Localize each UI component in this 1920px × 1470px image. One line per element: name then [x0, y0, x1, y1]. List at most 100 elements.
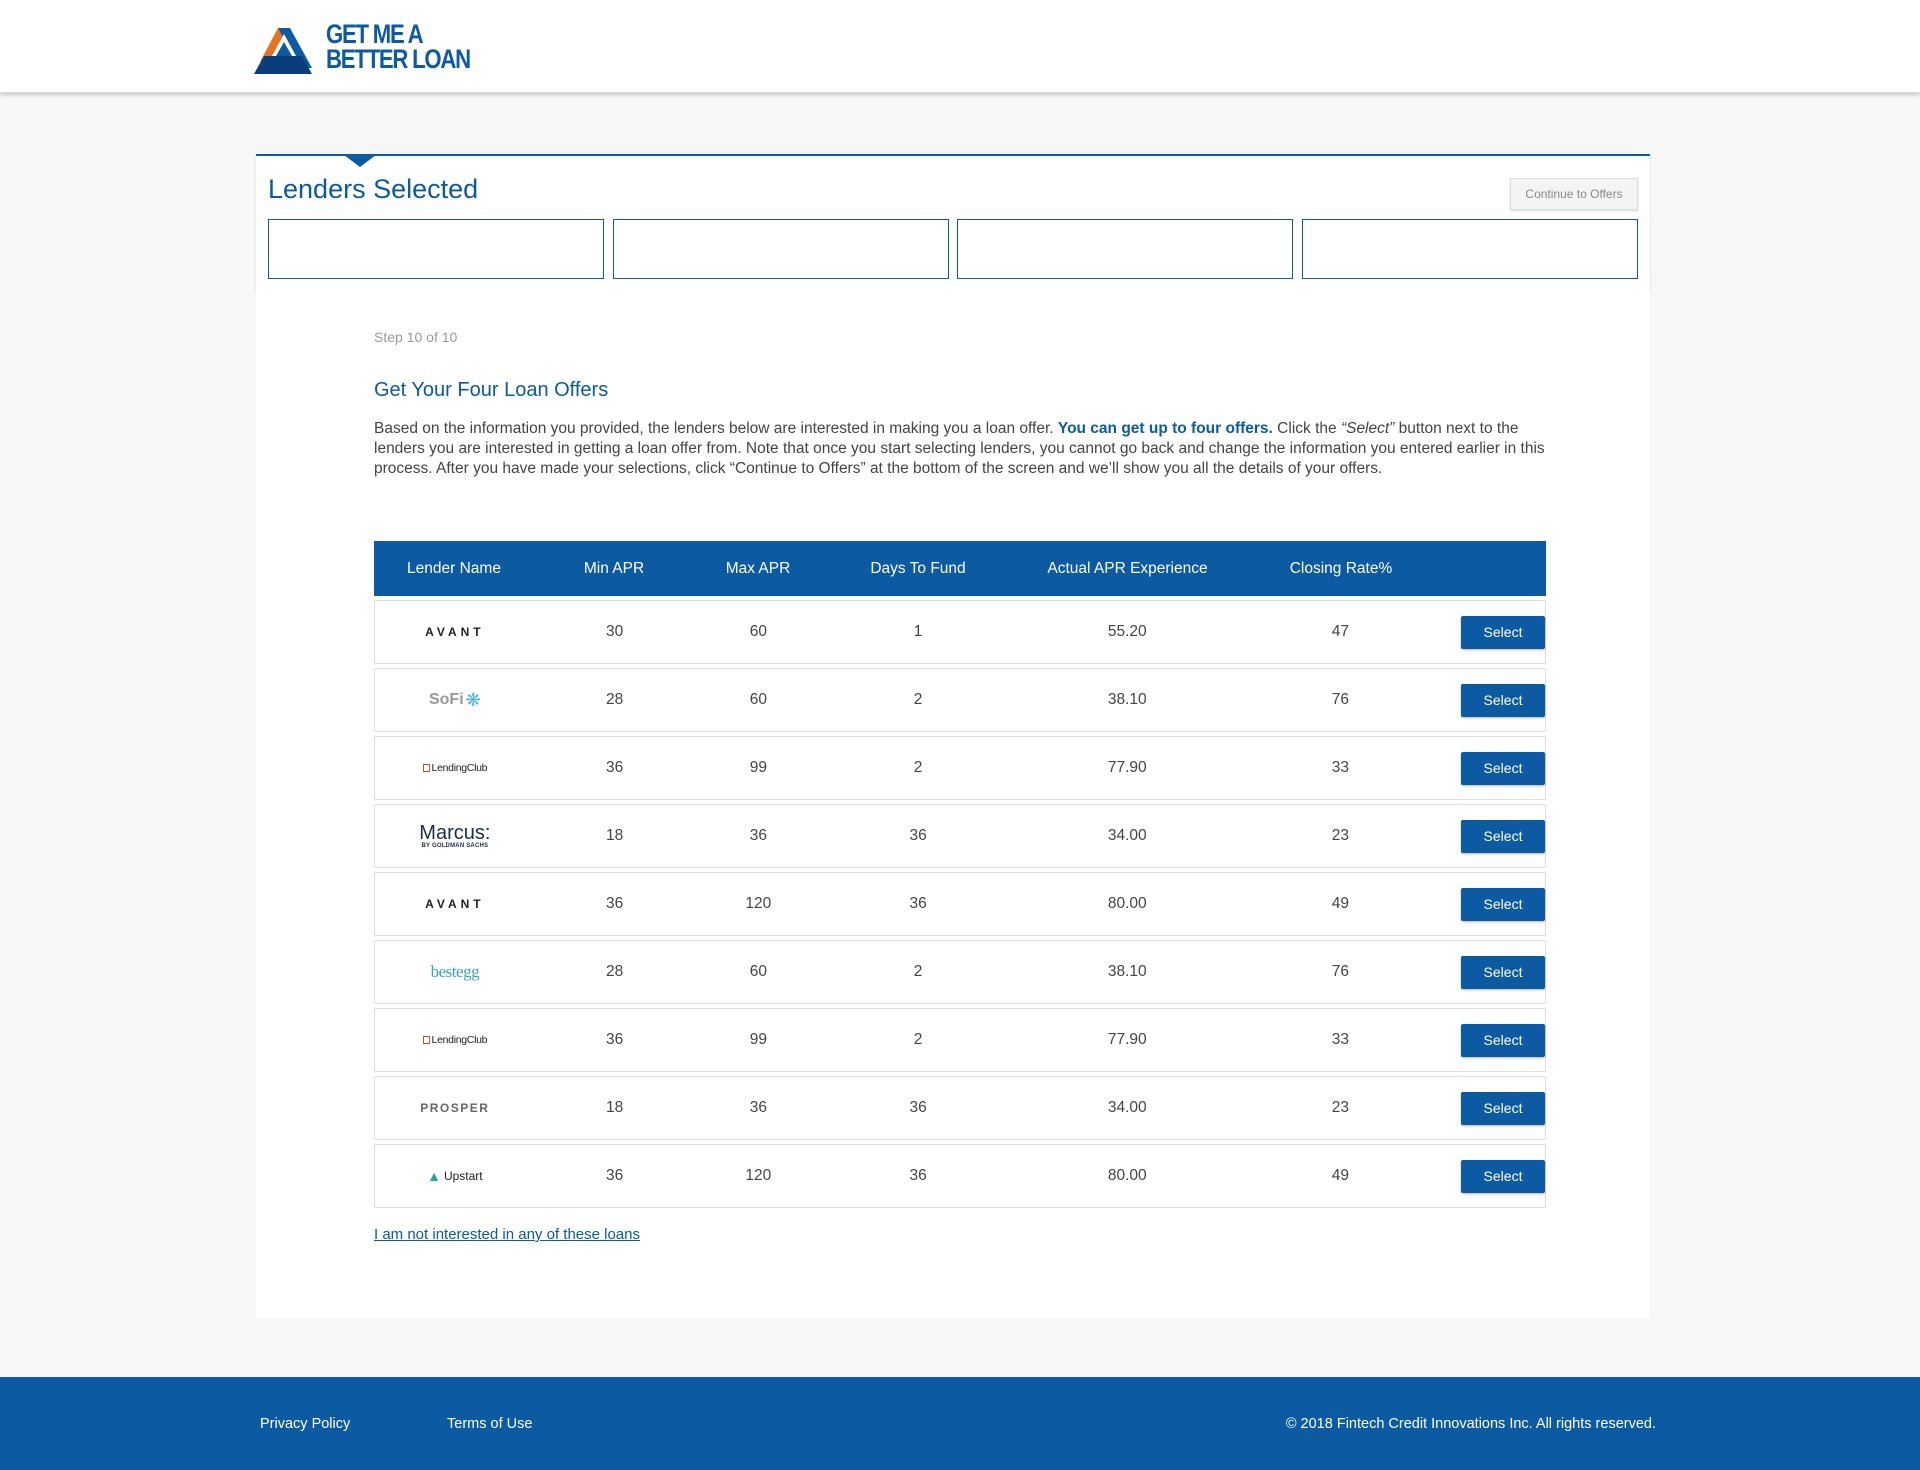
min-apr-cell: 18 — [605, 1099, 624, 1116]
upstart-logo: ▲ Upstart — [427, 1168, 483, 1184]
select-lender-button[interactable]: Select — [1461, 1023, 1546, 1057]
table-row: PROSPER 18 36 36 34.00 23 Select — [374, 1076, 1546, 1140]
days-to-fund-cell: 1 — [913, 623, 923, 640]
intro-italic: “Select” — [1340, 420, 1395, 437]
terms-of-use-link[interactable]: Terms of Use — [447, 1416, 532, 1432]
closing-rate-cell: 47 — [1331, 623, 1349, 640]
min-apr-cell: 36 — [605, 1167, 624, 1184]
days-to-fund-cell: 2 — [913, 759, 923, 776]
col-closing-rate: Closing Rate% — [1289, 559, 1393, 577]
days-to-fund-cell: 36 — [909, 827, 927, 844]
min-apr-cell: 30 — [605, 623, 624, 640]
days-to-fund-cell: 36 — [909, 895, 927, 912]
min-apr-cell: 36 — [605, 759, 624, 776]
sofi-dots-icon: ❋ — [465, 689, 481, 710]
lender-name-cell: Marcus: BY GOLDMAN SACHS — [375, 821, 535, 851]
closing-rate-cell: 76 — [1331, 963, 1349, 980]
action-cell: Select — [1440, 1091, 1546, 1125]
action-cell: Select — [1440, 751, 1546, 785]
panel-title: Lenders Selected — [268, 174, 479, 204]
actual-apr-cell: 77.90 — [1107, 759, 1147, 776]
upstart-arrow-icon: ▲ — [427, 1168, 441, 1184]
table-row: AVANT 36 120 36 80.00 49 Select — [374, 872, 1546, 936]
lender-name-cell: bestegg — [375, 957, 535, 987]
select-lender-button[interactable]: Select — [1461, 751, 1546, 785]
closing-rate-cell: 49 — [1331, 895, 1349, 912]
select-lender-button[interactable]: Select — [1461, 819, 1546, 853]
continue-to-offers-button[interactable]: Continue to Offers — [1510, 178, 1638, 210]
col-days-to-fund: Days To Fund — [870, 559, 966, 577]
select-lender-button[interactable]: Select — [1461, 955, 1546, 989]
lendingclub-square-icon — [422, 1036, 430, 1044]
actual-apr-cell: 38.10 — [1107, 691, 1147, 708]
lenders-selected-panel: Lenders Selected Continue to Offers — [256, 154, 1650, 291]
max-apr-cell: 36 — [749, 1099, 767, 1116]
min-apr-cell: 36 — [605, 895, 624, 912]
table-header: Lender Name Min APR Max APR Days To Fund… — [374, 541, 1546, 596]
table-row: bestegg 28 60 2 38.10 76 Select — [374, 940, 1546, 1004]
marcus-logo: Marcus: BY GOLDMAN SACHS — [419, 822, 491, 849]
max-apr-cell: 99 — [749, 759, 767, 776]
lendingclub-logo: LendingClub — [422, 1025, 488, 1055]
action-cell: Select — [1440, 615, 1546, 649]
select-lender-button[interactable]: Select — [1461, 683, 1546, 717]
min-apr-cell: 18 — [605, 827, 624, 844]
privacy-policy-link[interactable]: Privacy Policy — [260, 1416, 350, 1432]
select-lender-button[interactable]: Select — [1461, 615, 1546, 649]
actual-apr-cell: 80.00 — [1107, 1167, 1147, 1184]
triangle-logo-icon — [254, 28, 312, 74]
col-max-apr: Max APR — [725, 559, 791, 577]
logo-wordmark: GET ME A BETTER LOAN — [326, 19, 471, 74]
selected-lender-slot — [612, 219, 949, 279]
lender-name-cell: AVANT — [375, 617, 535, 647]
actual-apr-cell: 55.20 — [1107, 623, 1147, 640]
days-to-fund-cell: 36 — [909, 1099, 927, 1116]
step-indicator: Step 10 of 10 — [374, 329, 458, 345]
max-apr-cell: 60 — [749, 623, 767, 640]
selected-lender-slot — [1301, 219, 1638, 279]
action-cell: Select — [1440, 1023, 1546, 1057]
table-row: Marcus: BY GOLDMAN SACHS 18 36 36 34.00 2… — [374, 804, 1546, 868]
lender-name-cell: LendingClub — [375, 1025, 535, 1055]
closing-rate-cell: 33 — [1331, 759, 1349, 776]
intro-bold: You can get up to four offers. — [1057, 420, 1273, 437]
main-card: Step 10 of 10 Get Your Four Loan Offers … — [256, 291, 1650, 1318]
select-lender-button[interactable]: Select — [1461, 1091, 1546, 1125]
selected-lender-slot — [957, 219, 1294, 279]
panel-notch — [344, 155, 376, 167]
action-cell: Select — [1440, 1159, 1546, 1193]
col-actual-apr: Actual APR Experience — [1047, 559, 1208, 577]
lendingclub-square-icon — [422, 764, 430, 772]
actual-apr-cell: 34.00 — [1107, 1099, 1147, 1116]
action-cell: Select — [1440, 819, 1546, 853]
action-cell: Select — [1440, 887, 1546, 921]
brand-logo[interactable]: GET ME A BETTER LOAN — [254, 20, 502, 74]
select-lender-button[interactable]: Select — [1461, 1159, 1546, 1193]
days-to-fund-cell: 2 — [913, 963, 923, 980]
col-lender-name: Lender Name — [407, 559, 501, 577]
bestegg-logo: bestegg — [430, 962, 480, 981]
not-interested-link[interactable]: I am not interested in any of these loan… — [374, 1226, 640, 1243]
min-apr-cell: 28 — [605, 691, 624, 708]
lenders-table: Lender Name Min APR Max APR Days To Fund… — [374, 541, 1546, 1208]
section-title: Get Your Four Loan Offers — [374, 379, 609, 401]
closing-rate-cell: 23 — [1331, 1099, 1349, 1116]
actual-apr-cell: 38.10 — [1107, 963, 1147, 980]
min-apr-cell: 36 — [605, 1031, 624, 1048]
select-lender-button[interactable]: Select — [1461, 887, 1546, 921]
closing-rate-cell: 23 — [1331, 827, 1349, 844]
table-row: AVANT 30 60 1 55.20 47 Select — [374, 600, 1546, 664]
actual-apr-cell: 80.00 — [1107, 895, 1147, 912]
max-apr-cell: 120 — [745, 1167, 772, 1184]
action-cell: Select — [1440, 683, 1546, 717]
table-row: ▲ Upstart 36 120 36 80.00 49 Select — [374, 1144, 1546, 1208]
table-body: AVANT 30 60 1 55.20 47 Select SoFi ❋ 28 6… — [374, 600, 1546, 1208]
days-to-fund-cell: 2 — [913, 1031, 923, 1048]
selected-lender-slots — [268, 219, 1638, 279]
lender-name-cell: AVANT — [375, 889, 535, 919]
intro-text: Based on the information you provided, t… — [374, 420, 1545, 477]
table-row: SoFi ❋ 28 60 2 38.10 76 Select — [374, 668, 1546, 732]
closing-rate-cell: 76 — [1331, 691, 1349, 708]
lendingclub-logo: LendingClub — [422, 753, 488, 783]
closing-rate-cell: 33 — [1331, 1031, 1349, 1048]
